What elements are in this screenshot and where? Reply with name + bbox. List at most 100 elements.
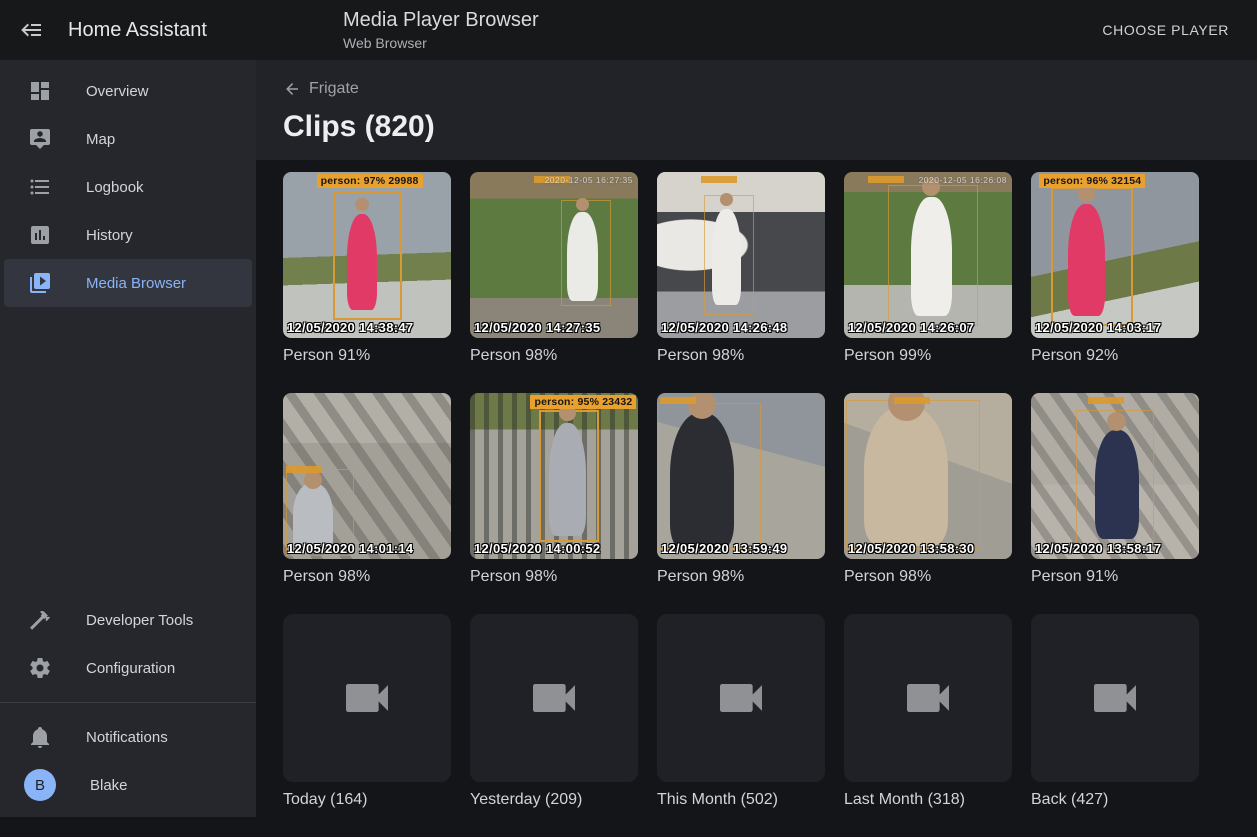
- detection-label: person: 97% 29988: [317, 174, 423, 188]
- sidebar-item-overview[interactable]: Overview: [4, 67, 252, 115]
- logbook-list-icon: [28, 175, 52, 199]
- clip-thumbnail[interactable]: 12/05/2020 14:26:48: [657, 172, 825, 338]
- folder-caption: Today (164): [283, 791, 451, 810]
- clip-timestamp: 12/05/2020 14:00:52: [474, 541, 600, 556]
- app-title: Home Assistant: [68, 19, 207, 42]
- sidebar-item-label: Developer Tools: [86, 612, 193, 629]
- page-title: Clips (820): [283, 110, 1257, 144]
- folder-cell: Back (427): [1031, 614, 1199, 810]
- person-figure: [712, 209, 741, 305]
- sidebar-item-label: History: [86, 227, 133, 244]
- sidebar-item-history[interactable]: History: [4, 211, 252, 259]
- clip-timestamp: 12/05/2020 14:26:48: [661, 320, 787, 335]
- person-figure: [567, 212, 597, 302]
- sidebar-toggle-icon[interactable]: [20, 18, 44, 42]
- clip-timestamp: 12/05/2020 14:26:07: [848, 320, 974, 335]
- panel-title: Media Player Browser: [343, 9, 539, 32]
- clip-thumbnail[interactable]: 12/05/2020 13:58:30: [844, 393, 1012, 559]
- clip-cell: 12/05/2020 13:58:30 Person 98%: [844, 393, 1012, 587]
- clip-cell: 2020-12-05 16:27:35 12/05/2020 14:27:35 …: [470, 172, 638, 366]
- clip-caption: Person 98%: [470, 347, 638, 366]
- clip-thumbnail[interactable]: person: 96% 32154 12/05/2020 14:03:17: [1031, 172, 1199, 338]
- folder-cell: This Month (502): [657, 614, 825, 810]
- clip-caption: Person 91%: [1031, 568, 1199, 587]
- clip-cell: 12/05/2020 14:26:48 Person 98%: [657, 172, 825, 366]
- clip-cell: person: 97% 29988 12/05/2020 14:38:47 Pe…: [283, 172, 451, 366]
- folder-tile-back-427[interactable]: [1031, 614, 1199, 782]
- clip-thumbnail[interactable]: person: 95% 23432 12/05/2020 14:00:52: [470, 393, 638, 559]
- sidebar-spacer: [0, 307, 256, 589]
- clip-cell: 12/05/2020 13:58:17 Person 91%: [1031, 393, 1199, 587]
- folder-tile-this-month-502[interactable]: [657, 614, 825, 782]
- clip-thumbnail[interactable]: 12/05/2020 13:59:49: [657, 393, 825, 559]
- clip-caption: Person 91%: [283, 347, 451, 366]
- clip-cell: 12/05/2020 14:01:14 Person 98%: [283, 393, 451, 587]
- clip-thumbnail[interactable]: 2020-12-05 16:27:35 12/05/2020 14:27:35: [470, 172, 638, 338]
- app-bar-left: Home Assistant: [0, 18, 256, 42]
- main-content: Frigate Clips (820) person: 97% 29988 12…: [256, 60, 1257, 817]
- sidebar-item-profile[interactable]: B Blake: [4, 761, 252, 809]
- app-bar: Home Assistant Media Player Browser Web …: [0, 0, 1257, 60]
- clip-cell: 2020-12-05 16:26:08 12/05/2020 14:26:07 …: [844, 172, 1012, 366]
- videocam-icon: [713, 670, 769, 726]
- detection-label: person: 95% 23432: [530, 395, 636, 409]
- clip-caption: Person 98%: [470, 568, 638, 587]
- sidebar-item-logbook[interactable]: Logbook: [4, 163, 252, 211]
- detection-mini-label: [894, 397, 930, 404]
- folder-caption: This Month (502): [657, 791, 825, 810]
- videocam-icon: [339, 670, 395, 726]
- person-figure: [670, 413, 734, 549]
- breadcrumb-label: Frigate: [309, 80, 359, 98]
- sidebar: Overview Map Logbook History Media Browser D…: [0, 60, 256, 817]
- detection-mini-label: [701, 176, 737, 183]
- person-figure: [347, 214, 377, 310]
- folder-tile-last-month-318[interactable]: [844, 614, 1012, 782]
- detection-mini-label: [286, 466, 322, 473]
- sidebar-item-label: Logbook: [86, 179, 144, 196]
- sidebar-item-label: Map: [86, 131, 115, 148]
- clip-timestamp: 12/05/2020 14:03:17: [1035, 320, 1161, 335]
- videocam-icon: [1087, 670, 1143, 726]
- panel-subtitle: Web Browser: [343, 35, 539, 51]
- clip-cell: person: 95% 23432 12/05/2020 14:00:52 Pe…: [470, 393, 638, 587]
- notifications-label: Notifications: [86, 729, 168, 746]
- clip-thumbnail[interactable]: 12/05/2020 13:58:17: [1031, 393, 1199, 559]
- sidebar-item-configuration[interactable]: Configuration: [4, 644, 252, 692]
- sidebar-item-developer-tools[interactable]: Developer Tools: [4, 596, 252, 644]
- sidebar-divider: [0, 702, 256, 703]
- folder-tile-yesterday-209[interactable]: [470, 614, 638, 782]
- clip-timestamp: 12/05/2020 13:58:30: [848, 541, 974, 556]
- folder-cell: Last Month (318): [844, 614, 1012, 810]
- detection-mini-label: [868, 176, 904, 183]
- history-chart-icon: [28, 223, 52, 247]
- folder-tile-today-164[interactable]: [283, 614, 451, 782]
- person-figure: [1095, 430, 1139, 540]
- sidebar-item-label: Configuration: [86, 660, 175, 677]
- clip-caption: Person 98%: [657, 347, 825, 366]
- clip-timestamp: 12/05/2020 14:27:35: [474, 320, 600, 335]
- clip-thumbnail[interactable]: 2020-12-05 16:26:08 12/05/2020 14:26:07: [844, 172, 1012, 338]
- clip-caption: Person 99%: [844, 347, 1012, 366]
- person-figure: [864, 406, 948, 545]
- sidebar-item-media-browser[interactable]: Media Browser: [4, 259, 252, 307]
- clip-timestamp: 12/05/2020 14:01:14: [287, 541, 413, 556]
- clip-timestamp: 12/05/2020 14:38:47: [287, 320, 413, 335]
- breadcrumb-back[interactable]: Frigate: [283, 80, 359, 98]
- content-header: Frigate Clips (820): [256, 60, 1257, 160]
- content-body: person: 97% 29988 12/05/2020 14:38:47 Pe…: [256, 160, 1257, 817]
- folder-caption: Back (427): [1031, 791, 1199, 810]
- sidebar-item-notifications[interactable]: Notifications: [4, 713, 252, 761]
- map-account-icon: [28, 127, 52, 151]
- choose-player-button[interactable]: CHOOSE PLAYER: [1094, 14, 1237, 46]
- clip-thumbnail[interactable]: person: 97% 29988 12/05/2020 14:38:47: [283, 172, 451, 338]
- detection-label: person: 96% 32154: [1039, 174, 1145, 188]
- sidebar-item-map[interactable]: Map: [4, 115, 252, 163]
- clip-cell: person: 96% 32154 12/05/2020 14:03:17 Pe…: [1031, 172, 1199, 366]
- person-figure: [549, 423, 586, 536]
- clips-grid: person: 97% 29988 12/05/2020 14:38:47 Pe…: [283, 172, 1257, 837]
- sidebar-footer-nav: Developer Tools Configuration: [0, 589, 256, 692]
- bell-icon: [28, 725, 52, 749]
- clip-thumbnail[interactable]: 12/05/2020 14:01:14: [283, 393, 451, 559]
- detection-mini-label: [1088, 397, 1124, 404]
- hammer-icon: [28, 608, 52, 632]
